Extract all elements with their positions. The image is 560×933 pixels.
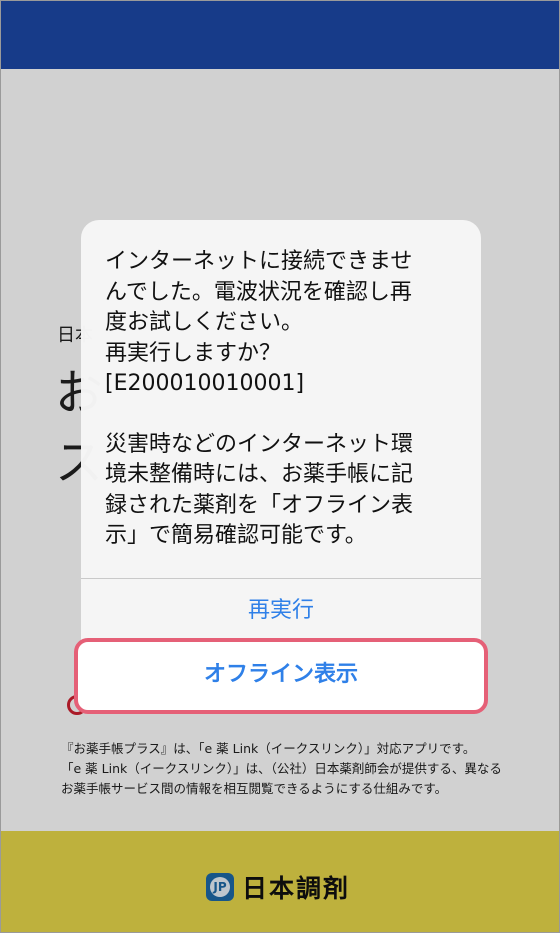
info-line: 境未整備時には、お薬手帳に記 <box>105 462 414 487</box>
info-line: 災害時などのインターネット環 <box>105 431 414 457</box>
info-line: 示」で簡易確認可能です。 <box>105 523 367 548</box>
info-line: 録された薬剤を「オフライン表 <box>105 492 414 518</box>
offline-view-button[interactable]: オフライン表示 <box>78 642 484 710</box>
message-line: インターネットに接続できませ <box>105 249 413 274</box>
message-line: んでした。電波状況を確認し再 <box>105 279 412 305</box>
offline-button-highlight: オフライン表示 <box>74 638 488 714</box>
app-screen: 日本 お ス 『お薬手帳プラス』は、「e 薬 Link（イークスリンク）」対応ア… <box>0 0 560 933</box>
message-line: 再実行しますか？ <box>105 340 282 366</box>
retry-button[interactable]: 再実行 <box>81 579 481 643</box>
dialog-message: インターネットに接続できませ んでした。電波状況を確認し再 度お試しください。 … <box>105 247 461 552</box>
message-line: 度お試しください。 <box>105 310 304 335</box>
error-code: [E200010010001] <box>105 371 305 396</box>
